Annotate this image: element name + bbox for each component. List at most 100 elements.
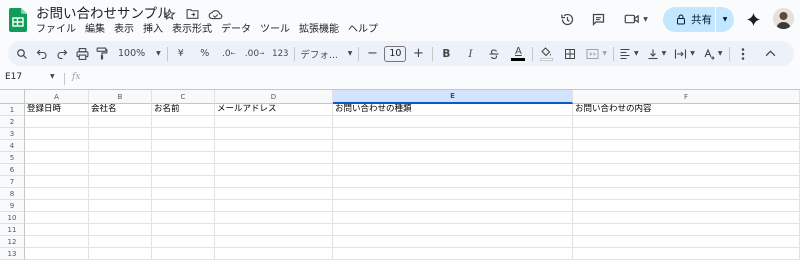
strikethrough-icon[interactable] — [486, 44, 502, 64]
version-history-icon[interactable] — [556, 9, 578, 29]
font-size-input[interactable]: 10 — [384, 45, 407, 62]
name-box[interactable]: E17 — [5, 72, 22, 82]
cell-a13[interactable] — [25, 248, 89, 260]
cell-f8[interactable] — [573, 188, 800, 200]
cell-e4[interactable] — [333, 140, 573, 152]
cell-d5[interactable] — [215, 152, 333, 164]
cell-c8[interactable] — [152, 188, 215, 200]
cell-d6[interactable] — [215, 164, 333, 176]
cell-c11[interactable] — [152, 224, 215, 236]
currency-format-button[interactable]: ¥ — [173, 44, 189, 64]
formula-input[interactable] — [90, 70, 790, 88]
italic-button[interactable]: I — [462, 44, 478, 64]
row-header-8[interactable]: 8 — [0, 188, 25, 200]
paint-format-icon[interactable] — [94, 44, 110, 64]
borders-icon[interactable] — [562, 44, 578, 64]
cell-a8[interactable] — [25, 188, 89, 200]
select-all-corner[interactable] — [0, 90, 25, 104]
cell-c6[interactable] — [152, 164, 215, 176]
cell-e7[interactable] — [333, 176, 573, 188]
horizontal-align-icon[interactable]: ▼ — [619, 44, 639, 64]
document-title[interactable]: お問い合わせサンプル — [36, 5, 171, 23]
cell-d10[interactable] — [215, 212, 333, 224]
cell-f7[interactable] — [573, 176, 800, 188]
text-wrapping-icon[interactable]: ▼ — [674, 44, 695, 64]
cell-c12[interactable] — [152, 236, 215, 248]
menu-format[interactable]: 表示形式 — [172, 23, 212, 37]
menu-file[interactable]: ファイル — [36, 23, 76, 37]
cell-a9[interactable] — [25, 200, 89, 212]
cell-d9[interactable] — [215, 200, 333, 212]
cell-c13[interactable] — [152, 248, 215, 260]
column-header-c[interactable]: C — [152, 90, 215, 104]
cell-e2[interactable] — [333, 116, 573, 128]
increase-decimal-button[interactable]: .00 → — [245, 44, 264, 64]
move-folder-icon[interactable] — [183, 6, 201, 22]
fill-color-icon[interactable] — [538, 44, 554, 64]
redo-icon[interactable] — [54, 44, 70, 64]
cell-a2[interactable] — [25, 116, 89, 128]
row-header-9[interactable]: 9 — [0, 200, 25, 212]
cell-f13[interactable] — [573, 248, 800, 260]
cell-b4[interactable] — [89, 140, 152, 152]
menu-edit[interactable]: 編集 — [85, 23, 105, 37]
cell-e10[interactable] — [333, 212, 573, 224]
percent-format-button[interactable]: % — [197, 44, 213, 64]
cell-e11[interactable] — [333, 224, 573, 236]
column-header-b[interactable]: B — [89, 90, 152, 104]
decrease-font-size-button[interactable]: − — [364, 44, 380, 64]
row-header-6[interactable]: 6 — [0, 164, 25, 176]
merge-cells-icon[interactable]: ▼ — [586, 44, 607, 64]
cell-d4[interactable] — [215, 140, 333, 152]
star-icon[interactable] — [160, 6, 178, 22]
cell-b9[interactable] — [89, 200, 152, 212]
gemini-icon[interactable] — [742, 9, 764, 29]
cell-a1[interactable]: 登録日時 — [25, 104, 89, 116]
bold-button[interactable]: B — [438, 44, 454, 64]
cell-f9[interactable] — [573, 200, 800, 212]
row-header-12[interactable]: 12 — [0, 236, 25, 248]
zoom-select[interactable]: 100% ▼ — [118, 44, 161, 64]
column-header-a[interactable]: A — [25, 90, 89, 104]
print-icon[interactable] — [74, 44, 90, 64]
cell-d11[interactable] — [215, 224, 333, 236]
avatar[interactable] — [773, 8, 794, 29]
cell-c1[interactable]: お名前 — [152, 104, 215, 116]
cell-f1[interactable]: お問い合わせの内容 — [573, 104, 800, 116]
cell-c10[interactable] — [152, 212, 215, 224]
cell-a5[interactable] — [25, 152, 89, 164]
cell-c4[interactable] — [152, 140, 215, 152]
cell-e5[interactable] — [333, 152, 573, 164]
cell-d3[interactable] — [215, 128, 333, 140]
font-family-select[interactable]: デフォ... ▼ — [300, 44, 352, 64]
comments-icon[interactable] — [587, 9, 609, 29]
cell-d1[interactable]: メールアドレス — [215, 104, 333, 116]
cell-d13[interactable] — [215, 248, 333, 260]
cell-b10[interactable] — [89, 212, 152, 224]
cell-a4[interactable] — [25, 140, 89, 152]
menu-tools[interactable]: ツール — [260, 23, 290, 37]
row-header-4[interactable]: 4 — [0, 140, 25, 152]
menu-insert[interactable]: 挿入 — [143, 23, 163, 37]
cell-c9[interactable] — [152, 200, 215, 212]
cell-c5[interactable] — [152, 152, 215, 164]
cell-d7[interactable] — [215, 176, 333, 188]
cell-e1[interactable]: お問い合わせの種類 — [333, 104, 573, 116]
row-header-3[interactable]: 3 — [0, 128, 25, 140]
cell-e8[interactable] — [333, 188, 573, 200]
cell-f6[interactable] — [573, 164, 800, 176]
decrease-decimal-button[interactable]: .0 ← — [221, 44, 237, 64]
cell-b13[interactable] — [89, 248, 152, 260]
cell-e9[interactable] — [333, 200, 573, 212]
row-header-11[interactable]: 11 — [0, 224, 25, 236]
text-rotation-icon[interactable]: ▼ — [703, 44, 723, 64]
row-header-2[interactable]: 2 — [0, 116, 25, 128]
cell-d8[interactable] — [215, 188, 333, 200]
cell-a11[interactable] — [25, 224, 89, 236]
share-button[interactable]: 共有 ▼ — [663, 7, 734, 32]
cell-c3[interactable] — [152, 128, 215, 140]
collapse-menus-icon[interactable] — [762, 44, 778, 64]
column-header-e[interactable]: E — [333, 90, 573, 104]
cell-c7[interactable] — [152, 176, 215, 188]
menu-extensions[interactable]: 拡張機能 — [299, 23, 339, 37]
